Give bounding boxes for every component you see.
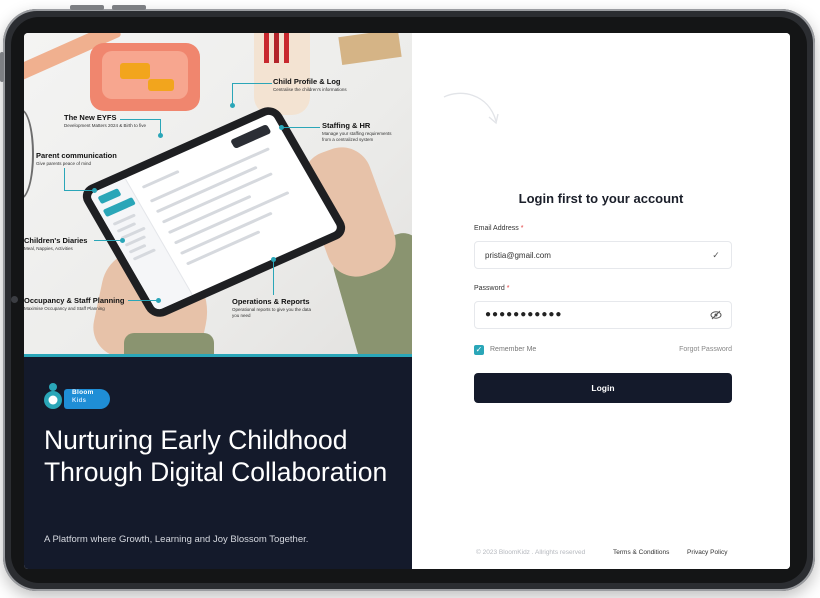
decor-sleeve — [124, 333, 214, 354]
hero-photo: Child Profile & Log Centralise the child… — [24, 33, 412, 354]
callout-title: The New EYFS — [64, 113, 117, 122]
callout-subtitle: Manage your staffing requirements — [322, 131, 392, 136]
callout-subtitle: from a centralized system — [322, 137, 374, 142]
decor-toy — [120, 63, 150, 79]
callout-subtitle: Development Matters 2024 & Birth to five — [64, 123, 147, 128]
decor — [264, 33, 269, 63]
callout-title: Children's Diaries — [24, 236, 88, 245]
hero-headline: Nurturing Early Childhood Through Digita… — [44, 425, 388, 487]
callout-subtitle: Give parents peace of mind — [36, 161, 92, 166]
brand-wordmark: Bloom Kids — [64, 389, 110, 409]
required-mark: * — [506, 285, 510, 292]
password-value: ●●●●●●●●●●● — [485, 309, 563, 320]
device-logo — [97, 188, 122, 205]
callout-dot — [156, 298, 161, 303]
callout-line — [64, 168, 65, 190]
callout-occupancy: Occupancy & Staff Planning Maximise Occu… — [24, 296, 124, 311]
callout-subtitle: you need — [232, 313, 251, 318]
device-content — [173, 191, 290, 245]
decor-cup — [254, 33, 310, 115]
callout-subtitle: Operational reports to give you the data — [232, 307, 312, 312]
callout-title: Staffing & HR — [322, 121, 371, 130]
login-title: Login first to your account — [518, 191, 684, 206]
device-content — [141, 169, 180, 189]
callout-title: Child Profile & Log — [273, 77, 341, 86]
callout-line — [94, 240, 122, 241]
hero-panel: Child Profile & Log Centralise the child… — [24, 33, 412, 569]
callout-parent: Parent communication Give parents peace … — [36, 151, 117, 166]
email-value: pristia@gmail.com — [485, 251, 551, 260]
required-mark: * — [520, 225, 524, 232]
device-content — [161, 172, 273, 224]
callout-staffing: Staffing & HR Manage your staffing requi… — [322, 121, 391, 142]
callout-line — [232, 83, 233, 105]
callout-title: Occupancy & Staff Planning — [24, 296, 125, 305]
password-label-text: Password — [474, 285, 505, 292]
check-icon: ✓ — [712, 250, 720, 260]
decor — [274, 33, 279, 63]
password-label: Password * — [474, 285, 509, 292]
callout-line — [128, 300, 158, 301]
callout-subtitle: Meal, Nappies, Activities — [24, 246, 73, 251]
callout-dot — [230, 103, 235, 108]
email-field[interactable]: pristia@gmail.com ✓ — [474, 241, 732, 269]
brand-name: Bloom — [72, 389, 94, 396]
hero-tagline: A Platform where Growth, Learning and Jo… — [44, 534, 309, 545]
email-label: Email Address * — [474, 225, 523, 232]
callout-child-profile: Child Profile & Log Centralise the child… — [273, 77, 347, 92]
curved-arrow-icon — [443, 92, 499, 125]
tablet-button — [112, 5, 146, 10]
screen: Child Profile & Log Centralise the child… — [24, 33, 790, 569]
callout-line — [64, 190, 94, 191]
decor-box — [338, 33, 402, 66]
callout-eyfs: The New EYFS Development Matters 2024 & … — [64, 113, 146, 128]
callout-operations: Operations & Reports Operational reports… — [232, 297, 311, 318]
callout-dot — [120, 238, 125, 243]
brand-logo: Bloom Kids — [44, 381, 114, 411]
callout-title: Parent communication — [36, 151, 117, 160]
login-panel: Login first to your account Email Addres… — [412, 33, 790, 569]
device-button — [230, 124, 272, 149]
tablet-button — [70, 5, 104, 10]
copyright-text: © 2023 BloomKidz . Allrights reserved — [476, 549, 586, 556]
eye-off-icon[interactable] — [710, 309, 722, 321]
email-label-text: Email Address — [474, 225, 519, 232]
callout-line — [232, 83, 272, 84]
password-field[interactable]: ●●●●●●●●●●● — [474, 301, 732, 329]
terms-link[interactable]: Terms & Conditions — [613, 549, 669, 556]
privacy-link[interactable]: Privacy Policy — [687, 549, 727, 556]
decor-toy — [148, 79, 174, 91]
tablet-button — [0, 52, 4, 82]
brand-name: Kids — [72, 398, 87, 404]
remember-label: Remember Me — [490, 346, 537, 353]
callout-diaries: Children's Diaries Meal, Nappies, Activi… — [24, 236, 87, 251]
camera — [11, 296, 18, 303]
callout-dot — [158, 133, 163, 138]
remember-checkbox[interactable]: ✓ — [474, 345, 484, 355]
callout-dot — [279, 125, 284, 130]
callout-title: Operations & Reports — [232, 297, 310, 306]
callout-dot — [271, 257, 276, 262]
callout-line — [282, 127, 320, 128]
login-button[interactable]: Login — [474, 373, 732, 403]
callout-subtitle: Maximise Occupancy and Staff Planning — [24, 306, 105, 311]
callout-dot — [92, 188, 97, 193]
callout-subtitle: Centralise the children's informations — [273, 87, 347, 92]
decor — [284, 33, 289, 63]
callout-line — [273, 259, 274, 295]
decor — [24, 109, 34, 199]
forgot-password-link[interactable]: Forgot Password — [679, 346, 732, 353]
